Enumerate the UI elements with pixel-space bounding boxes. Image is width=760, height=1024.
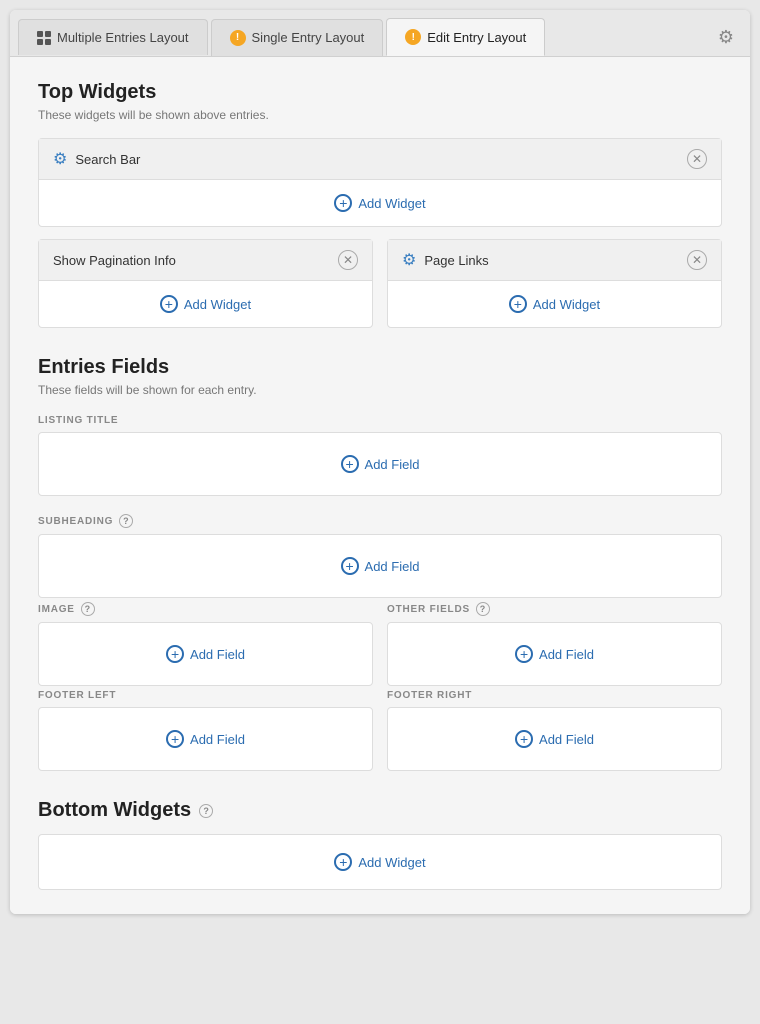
subheading-field-box: + Add Field bbox=[38, 534, 722, 598]
add-widget-row-top: + Add Widget bbox=[39, 180, 721, 226]
tab-single-entry[interactable]: ! Single Entry Layout bbox=[211, 19, 384, 56]
add-circle-icon-top: + bbox=[334, 194, 352, 212]
listing-title-add-label: Add Field bbox=[365, 457, 420, 472]
entries-fields-section: Entries Fields These fields will be show… bbox=[38, 356, 722, 775]
other-fields-add-icon: + bbox=[515, 645, 533, 663]
tab-bar: Multiple Entries Layout ! Single Entry L… bbox=[10, 10, 750, 57]
image-add-field-button[interactable]: + Add Field bbox=[166, 645, 245, 663]
bottom-widget-add-box: + Add Widget bbox=[38, 834, 722, 890]
subheading-add-label: Add Field bbox=[365, 559, 420, 574]
search-bar-widget: ⚙ Search Bar ✕ + Add Widget bbox=[38, 138, 722, 227]
search-bar-gear-icon[interactable]: ⚙ bbox=[53, 149, 67, 169]
add-widget-button-right[interactable]: + Add Widget bbox=[509, 295, 600, 313]
page-links-widget: ⚙ Page Links ✕ + Add Widget bbox=[387, 239, 722, 328]
footer-left-add-field-button[interactable]: + Add Field bbox=[166, 730, 245, 748]
footer-left-field-box: + Add Field bbox=[38, 707, 373, 771]
main-container: Multiple Entries Layout ! Single Entry L… bbox=[10, 10, 750, 914]
tab-multiple-entries-label: Multiple Entries Layout bbox=[57, 30, 189, 45]
tab-multiple-entries[interactable]: Multiple Entries Layout bbox=[18, 19, 208, 55]
top-widgets-title: Top Widgets bbox=[38, 81, 722, 104]
page-links-widget-row: ⚙ Page Links ✕ bbox=[388, 240, 721, 281]
image-field-col: IMAGE ? + Add Field bbox=[38, 602, 373, 690]
image-add-icon: + bbox=[166, 645, 184, 663]
listing-title-label: LISTING TITLE bbox=[38, 415, 722, 426]
subheading-label: SUBHEADING ? bbox=[38, 514, 722, 528]
image-field-box: + Add Field bbox=[38, 622, 373, 686]
add-widget-button-top[interactable]: + Add Widget bbox=[334, 194, 425, 212]
listing-title-add-icon: + bbox=[341, 455, 359, 473]
image-other-fields-row: IMAGE ? + Add Field OTHER FIELDS ? bbox=[38, 602, 722, 690]
page-links-label: Page Links bbox=[424, 253, 488, 268]
footer-right-add-label: Add Field bbox=[539, 732, 594, 747]
top-widgets-subtitle: These widgets will be shown above entrie… bbox=[38, 108, 722, 122]
footer-left-add-icon: + bbox=[166, 730, 184, 748]
bottom-widgets-help-icon[interactable]: ? bbox=[199, 804, 213, 818]
top-widgets-section: Top Widgets These widgets will be shown … bbox=[38, 81, 722, 328]
footer-left-label: FOOTER LEFT bbox=[38, 690, 373, 701]
other-fields-add-label: Add Field bbox=[539, 647, 594, 662]
subheading-add-field-button[interactable]: + Add Field bbox=[341, 557, 420, 575]
add-circle-icon-right: + bbox=[509, 295, 527, 313]
image-add-label: Add Field bbox=[190, 647, 245, 662]
pagination-info-label: Show Pagination Info bbox=[53, 253, 176, 268]
listing-title-field-box: + Add Field bbox=[38, 432, 722, 496]
tab-edit-entry-label: Edit Entry Layout bbox=[427, 30, 526, 45]
other-fields-label: OTHER FIELDS ? bbox=[387, 602, 722, 616]
other-fields-add-field-button[interactable]: + Add Field bbox=[515, 645, 594, 663]
pagination-info-widget-row: Show Pagination Info ✕ bbox=[39, 240, 372, 281]
footer-right-label: FOOTER RIGHT bbox=[387, 690, 722, 701]
footer-fields-row: FOOTER LEFT + Add Field FOOTER RIGHT bbox=[38, 690, 722, 775]
other-fields-field-box: + Add Field bbox=[387, 622, 722, 686]
footer-right-add-icon: + bbox=[515, 730, 533, 748]
warning-icon-single: ! bbox=[230, 30, 246, 46]
search-bar-label: Search Bar bbox=[75, 152, 140, 167]
entries-fields-title: Entries Fields bbox=[38, 356, 722, 379]
add-widget-label-right: Add Widget bbox=[533, 297, 600, 312]
entries-fields-subtitle: These fields will be shown for each entr… bbox=[38, 383, 722, 397]
two-col-widgets: Show Pagination Info ✕ + Add Widget bbox=[38, 239, 722, 328]
bottom-add-circle-icon: + bbox=[334, 853, 352, 871]
image-help-icon[interactable]: ? bbox=[81, 602, 95, 616]
add-widget-button-left[interactable]: + Add Widget bbox=[160, 295, 251, 313]
add-widget-row-left: + Add Widget bbox=[39, 281, 372, 327]
grid-icon bbox=[37, 31, 51, 45]
add-widget-label-top: Add Widget bbox=[358, 196, 425, 211]
listing-title-add-field-button[interactable]: + Add Field bbox=[341, 455, 420, 473]
page-links-close-icon[interactable]: ✕ bbox=[687, 250, 707, 270]
bottom-add-widget-button[interactable]: + Add Widget bbox=[334, 853, 425, 871]
search-bar-widget-row: ⚙ Search Bar ✕ bbox=[39, 139, 721, 180]
other-fields-help-icon[interactable]: ? bbox=[476, 602, 490, 616]
subheading-add-icon: + bbox=[341, 557, 359, 575]
tab-edit-entry[interactable]: ! Edit Entry Layout bbox=[386, 18, 545, 56]
add-widget-label-left: Add Widget bbox=[184, 297, 251, 312]
add-widget-row-right: + Add Widget bbox=[388, 281, 721, 327]
footer-right-add-field-button[interactable]: + Add Field bbox=[515, 730, 594, 748]
footer-left-add-label: Add Field bbox=[190, 732, 245, 747]
content-area: Top Widgets These widgets will be shown … bbox=[10, 57, 750, 914]
tab-single-entry-label: Single Entry Layout bbox=[252, 30, 365, 45]
bottom-add-widget-label: Add Widget bbox=[358, 855, 425, 870]
image-label: IMAGE ? bbox=[38, 602, 373, 616]
bottom-widgets-title: Bottom Widgets ? bbox=[38, 799, 722, 822]
settings-gear-icon[interactable]: ⚙ bbox=[710, 19, 742, 56]
other-fields-col: OTHER FIELDS ? + Add Field bbox=[387, 602, 722, 690]
footer-right-field-box: + Add Field bbox=[387, 707, 722, 771]
page-links-gear-icon[interactable]: ⚙ bbox=[402, 250, 416, 270]
pagination-info-widget: Show Pagination Info ✕ + Add Widget bbox=[38, 239, 373, 328]
footer-right-col: FOOTER RIGHT + Add Field bbox=[387, 690, 722, 775]
search-bar-close-icon[interactable]: ✕ bbox=[687, 149, 707, 169]
pagination-info-close-icon[interactable]: ✕ bbox=[338, 250, 358, 270]
bottom-widgets-section: Bottom Widgets ? + Add Widget bbox=[38, 799, 722, 890]
warning-icon-edit: ! bbox=[405, 29, 421, 45]
subheading-help-icon[interactable]: ? bbox=[119, 514, 133, 528]
footer-left-col: FOOTER LEFT + Add Field bbox=[38, 690, 373, 775]
add-circle-icon-left: + bbox=[160, 295, 178, 313]
